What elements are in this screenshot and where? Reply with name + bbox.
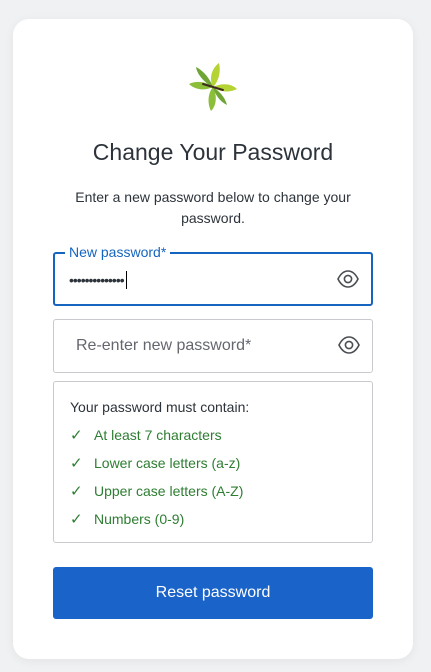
page-subtitle: Enter a new password below to change you…	[75, 189, 351, 226]
new-password-value: ••••••••••••••	[69, 272, 125, 288]
requirement-label: At least 7 characters	[94, 427, 222, 443]
requirement-item: ✓ At least 7 characters	[70, 426, 222, 444]
change-password-card: Change Your Password Enter a new passwor…	[13, 19, 413, 659]
eye-icon[interactable]	[337, 270, 359, 288]
new-password-label: New password*	[65, 244, 171, 260]
check-icon: ✓	[70, 511, 83, 528]
check-icon: ✓	[70, 427, 83, 444]
requirement-label: Numbers (0-9)	[94, 511, 185, 527]
requirement-item: ✓ Lower case letters (a-z)	[70, 454, 240, 472]
requirement-label: Lower case letters (a-z)	[94, 455, 241, 471]
requirements-title: Your password must contain:	[70, 399, 250, 415]
check-icon: ✓	[70, 483, 83, 500]
requirement-item: ✓ Numbers (0-9)	[70, 510, 184, 528]
new-password-input[interactable]: ••••••••••••••	[69, 271, 127, 289]
reenter-password-input[interactable]: Re-enter new password*	[76, 337, 251, 355]
requirement-item: ✓ Upper case letters (A-Z)	[70, 482, 243, 500]
reenter-password-field[interactable]: Re-enter new password*	[53, 319, 373, 373]
leaf-logo-icon	[189, 63, 237, 111]
page-title: Change Your Password	[92, 139, 334, 165]
text-caret	[125, 271, 127, 289]
password-requirements: Your password must contain: ✓ At least 7…	[53, 381, 373, 543]
eye-icon[interactable]	[338, 336, 360, 354]
requirement-label: Upper case letters (A-Z)	[94, 483, 244, 499]
new-password-field[interactable]: New password* ••••••••••••••	[53, 244, 373, 306]
check-icon: ✓	[70, 455, 83, 472]
reset-password-button[interactable]: Reset password	[53, 567, 373, 619]
